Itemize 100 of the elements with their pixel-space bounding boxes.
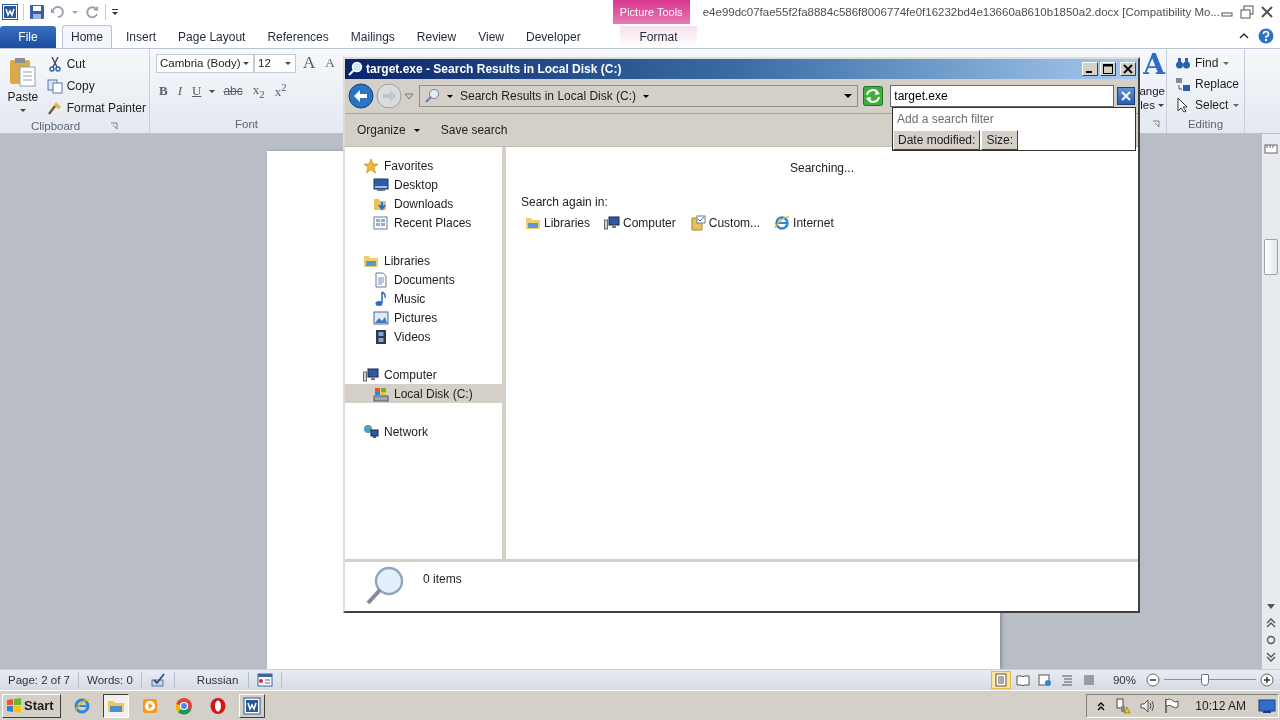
change-styles-label[interactable]: les [1140, 98, 1155, 112]
volume-icon[interactable] [1139, 697, 1156, 714]
flag-icon[interactable] [1163, 697, 1180, 714]
shrink-font-button[interactable]: A [322, 55, 338, 71]
caret-icon[interactable] [1157, 101, 1165, 109]
copy-button[interactable]: Copy [46, 76, 146, 96]
word-logo-icon[interactable] [2, 4, 18, 20]
nav-item[interactable]: Music [345, 289, 502, 308]
nav-item[interactable]: Downloads [345, 194, 502, 213]
back-button[interactable] [348, 83, 374, 109]
nav-item[interactable]: Documents [345, 270, 502, 289]
previous-page-icon[interactable] [1265, 617, 1277, 630]
find-button[interactable]: Find [1175, 53, 1241, 73]
dialog-launcher-icon[interactable] [1152, 120, 1160, 128]
clock[interactable]: 10:12 AM [1195, 698, 1246, 713]
replace-icon [1175, 76, 1191, 92]
search-filter-button[interactable]: Size: [981, 130, 1019, 150]
nav-item[interactable]: Desktop [345, 175, 502, 194]
caret-icon[interactable] [446, 92, 454, 100]
close-button[interactable] [1120, 62, 1136, 76]
show-desktop-icon[interactable] [1258, 696, 1276, 715]
zoom-in-icon[interactable] [1260, 673, 1274, 688]
help-icon[interactable] [1258, 28, 1274, 44]
ribbon-tab[interactable]: Format [620, 26, 697, 48]
change-styles-glyph[interactable]: A [1143, 49, 1165, 81]
macro-record-icon[interactable] [257, 672, 274, 689]
recent-pages-caret-icon[interactable] [404, 91, 414, 101]
search-location-link[interactable]: Internet [774, 215, 834, 231]
font-size-field[interactable]: 12 [254, 53, 296, 73]
ribbon-tab[interactable]: Insert [118, 26, 165, 48]
underline-button[interactable]: U [189, 83, 205, 99]
nav-item[interactable]: Recent Places [345, 213, 502, 232]
subscript-button[interactable]: x$_{2}$ [249, 82, 268, 100]
ribbon-tab[interactable]: Review [408, 26, 465, 48]
strikethrough-button[interactable]: abc [220, 84, 246, 98]
close-icon[interactable] [1260, 5, 1274, 19]
language-indicator[interactable]: Russian [174, 672, 250, 689]
undo-icon[interactable] [50, 4, 66, 20]
nav-item[interactable]: Videos [345, 327, 502, 346]
redo-icon[interactable] [84, 4, 100, 20]
ribbon-tab[interactable]: References [259, 26, 337, 48]
search-location-link[interactable]: Computer [604, 215, 676, 231]
ribbon-tab[interactable]: Page Layout [170, 26, 254, 48]
zoom-slider-thumb[interactable] [1201, 674, 1210, 687]
caret-icon[interactable] [843, 91, 854, 101]
clear-search-button[interactable] [1117, 87, 1135, 105]
italic-button[interactable]: I [174, 83, 185, 99]
nav-item[interactable]: Computer [345, 365, 502, 384]
ruler-toggle-icon[interactable] [1264, 142, 1278, 156]
font-name-field[interactable]: Cambria (Body) [156, 53, 254, 73]
restore-icon[interactable] [1240, 5, 1254, 19]
select-button[interactable]: Select [1175, 95, 1241, 115]
maximize-button[interactable] [1100, 62, 1116, 76]
page-count[interactable]: Page: 2 of 7 [0, 672, 80, 689]
view-button[interactable] [990, 671, 1011, 690]
bold-button[interactable]: B [156, 83, 171, 99]
toolbar-button[interactable]: Save search [440, 123, 508, 137]
zoom-level[interactable]: 90% [1112, 674, 1136, 687]
document-app-icon [242, 696, 261, 715]
browse-object-icon[interactable] [1265, 634, 1277, 647]
grow-font-button[interactable]: A [300, 53, 319, 73]
save-icon[interactable] [29, 4, 45, 20]
zoom-out-icon[interactable] [1146, 673, 1160, 688]
organize-menu-button[interactable]: Organize [357, 123, 421, 137]
ribbon-tab[interactable]: Mailings [342, 26, 403, 48]
change-styles-label[interactable]: ange [1139, 84, 1165, 98]
network-warning-icon[interactable] [1115, 697, 1132, 714]
paste-button[interactable]: Paste [3, 53, 43, 118]
zoom-slider[interactable] [1164, 673, 1256, 688]
cut-button[interactable]: Cut [46, 54, 146, 74]
address-bar[interactable]: Search Results in Local Disk (C:) [419, 85, 859, 107]
search-location-link[interactable]: Libraries [525, 215, 591, 231]
dialog-launcher-icon[interactable] [110, 121, 119, 130]
scrollbar-thumb[interactable] [1264, 239, 1278, 275]
refresh-button[interactable] [863, 86, 884, 106]
proofing-icon[interactable] [149, 672, 166, 689]
replace-button[interactable]: Replace [1175, 74, 1241, 94]
minimize-button[interactable] [1082, 62, 1098, 76]
search-filter-button[interactable]: Date modified: [893, 130, 981, 150]
nav-item[interactable]: Network [345, 422, 502, 441]
format-painter-button[interactable]: Format Painter [46, 98, 146, 118]
nav-item[interactable]: Favorites [345, 156, 502, 175]
word-count[interactable]: Words: 0 [79, 672, 142, 689]
nav-item[interactable]: Pictures [345, 308, 502, 327]
caret-icon[interactable] [642, 92, 651, 100]
ribbon-tab[interactable]: Developer [517, 26, 589, 48]
next-page-icon[interactable] [1265, 651, 1277, 664]
customize-toolbar-icon[interactable] [111, 8, 119, 16]
ribbon-tab[interactable]: View [470, 26, 512, 48]
search-field[interactable]: target.exe [890, 85, 1114, 107]
start-button[interactable]: Start [2, 693, 61, 718]
taskbar-app-button[interactable] [102, 693, 129, 718]
superscript-button[interactable]: x$^{2}$ [271, 81, 290, 101]
ribbon-tab[interactable]: File [0, 26, 56, 48]
nav-item[interactable]: Libraries [345, 251, 502, 270]
magnifier-icon [365, 565, 405, 605]
ribbon-tab[interactable]: Home [62, 25, 112, 48]
caret-icon[interactable] [208, 87, 217, 95]
nav-item[interactable]: Local Disk (C:) [345, 384, 502, 403]
search-location-link[interactable]: Custom... [689, 215, 761, 231]
